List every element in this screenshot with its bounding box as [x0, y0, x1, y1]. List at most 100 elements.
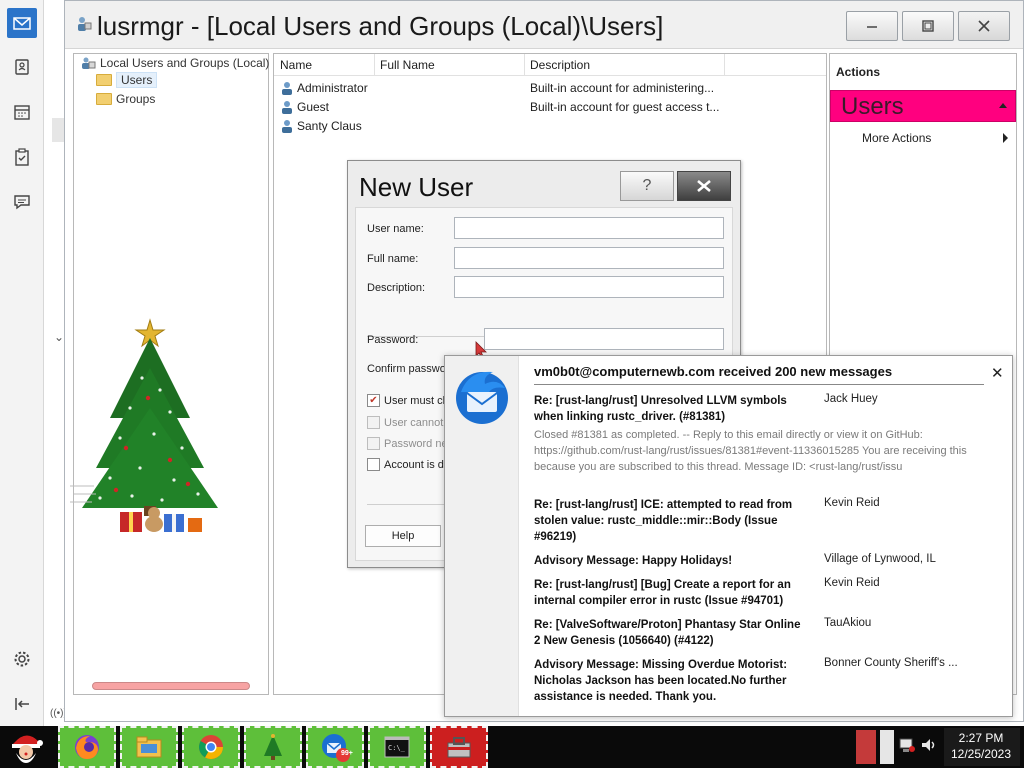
tree-horizontal-scrollbar[interactable]: [92, 682, 250, 690]
speaker-icon[interactable]: [920, 736, 938, 754]
console-tree: Local Users and Groups (Local) Users Gro…: [70, 53, 269, 695]
dialog-close-button[interactable]: [677, 171, 731, 201]
taskbar-chrome[interactable]: [182, 726, 240, 768]
table-row[interactable]: Santy Claus: [280, 117, 820, 136]
full-name-input[interactable]: [454, 247, 724, 269]
row-description: Built-in account for guest access t...: [530, 100, 720, 114]
firefox-icon: [75, 735, 99, 759]
description-input[interactable]: [454, 276, 724, 298]
christmas-tree-decoration: [70, 318, 218, 532]
folder-icon: [136, 736, 162, 758]
close-icon: [697, 180, 711, 192]
address-book-icon[interactable]: [7, 52, 37, 82]
tree-item-groups[interactable]: Groups: [96, 92, 155, 106]
column-separator[interactable]: [724, 54, 725, 76]
list-header: Name Full Name Description: [274, 54, 826, 76]
password-never-expires-checkbox[interactable]: Password ne: [367, 437, 448, 450]
taskbar-toolbox[interactable]: [430, 726, 488, 768]
checkbox-icon: [367, 416, 380, 429]
column-name[interactable]: Name: [280, 58, 312, 72]
clock[interactable]: 2:27 PM 12/25/2023: [946, 730, 1016, 762]
checkbox-icon: [367, 458, 380, 471]
checkbox-label: Account is di: [384, 458, 447, 471]
chrome-icon: [198, 735, 223, 760]
tree-item-users[interactable]: Users: [96, 72, 158, 88]
help-button[interactable]: Help: [365, 525, 441, 547]
column-full-name[interactable]: Full Name: [380, 58, 435, 72]
message-sender: Jack Huey: [824, 393, 878, 405]
minimize-icon: [867, 26, 877, 28]
checkbox-label: Password ne: [384, 437, 448, 450]
taskbar-christmas-tree[interactable]: [244, 726, 302, 768]
taskbar-console[interactable]: C:\_: [368, 726, 426, 768]
tasks-icon[interactable]: [7, 142, 37, 172]
taskbar-thunderbird[interactable]: 99+: [306, 726, 364, 768]
tree-item-label: Groups: [116, 92, 156, 106]
message-subject: Re: [rust-lang/rust] [Bug] Create a repo…: [534, 579, 791, 607]
message-subject: Re: [rust-lang/rust] Unresolved LLVM sym…: [534, 395, 787, 423]
message-sender: Village of Lynwood, IL: [824, 553, 936, 565]
row-name: Santy Claus: [297, 119, 362, 133]
tree-item-label: Users: [116, 72, 158, 88]
start-button[interactable]: [0, 726, 52, 768]
checkbox-label: User cannot: [384, 416, 444, 429]
checkbox-label: User must ch: [384, 394, 449, 407]
toolbox-icon: [447, 737, 471, 758]
terminal-icon: C:\_: [384, 736, 410, 758]
close-button[interactable]: [958, 11, 1010, 41]
thunderbird-icon: [322, 734, 350, 762]
password-label: Password:: [367, 334, 419, 346]
account-disabled-checkbox[interactable]: Account is di: [367, 458, 446, 471]
column-separator[interactable]: [524, 54, 525, 76]
column-separator[interactable]: [374, 54, 375, 76]
network-icon[interactable]: [898, 736, 916, 754]
clock-date: 12/25/2023: [950, 747, 1012, 761]
collapse-rail-icon[interactable]: [7, 689, 37, 719]
password-input[interactable]: [484, 328, 724, 350]
more-actions-link[interactable]: More Actions: [862, 131, 931, 145]
chevron-right-icon[interactable]: [1003, 133, 1008, 143]
message-sender: Kevin Reid: [824, 577, 880, 589]
chevron-down-icon[interactable]: ⌄: [54, 330, 64, 344]
dialog-help-button[interactable]: ?: [620, 171, 674, 201]
settings-icon[interactable]: [7, 644, 37, 674]
actions-title: Actions: [836, 65, 881, 79]
user-name-input[interactable]: [454, 217, 724, 239]
users-groups-icon: [82, 57, 96, 69]
table-row[interactable]: Guest Built-in account for guest access …: [280, 98, 820, 117]
notification-close-icon[interactable]: ✕: [991, 364, 1004, 382]
cannot-change-password-checkbox[interactable]: User cannot: [367, 416, 443, 429]
table-row[interactable]: Administrator Built-in account for admin…: [280, 79, 820, 98]
tree-root-label: Local Users and Groups (Local): [100, 56, 270, 70]
tree-root[interactable]: Local Users and Groups (Local): [80, 56, 269, 70]
unread-badge: 99+: [341, 750, 353, 757]
description-label: Description:: [367, 282, 426, 294]
calendar-icon[interactable]: [7, 97, 37, 127]
message-subject: Advisory Message: Missing Overdue Motori…: [534, 659, 788, 703]
window-titlebar[interactable]: lusrmgr - [Local Users and Groups (Local…: [65, 1, 1023, 49]
maximize-button[interactable]: [902, 11, 954, 41]
mail-icon[interactable]: [7, 8, 37, 38]
confirm-password-label: Confirm passwo: [367, 363, 446, 375]
must-change-password-checkbox[interactable]: ✔ User must ch: [367, 394, 449, 407]
taskbar-explorer[interactable]: [120, 726, 178, 768]
user-name-label: User name:: [367, 223, 424, 235]
actions-section-users[interactable]: Users: [830, 90, 1016, 122]
user-icon: [282, 120, 292, 133]
clock-time: 2:27 PM: [958, 731, 1004, 745]
message-sender: Bonner County Sheriff's ...: [824, 657, 958, 669]
tray-indicator[interactable]: [880, 730, 894, 764]
christmas-tree-icon: [264, 734, 282, 760]
full-name-label: Full name:: [367, 253, 419, 265]
thunderbird-icon: [456, 371, 508, 424]
chat-icon[interactable]: [7, 187, 37, 217]
new-mail-notification[interactable]: vm0b0t@computernewb.com received 200 new…: [444, 355, 1013, 717]
collapse-up-icon[interactable]: [999, 103, 1007, 108]
minimize-button[interactable]: [846, 11, 898, 41]
column-description[interactable]: Description: [530, 58, 590, 72]
window-title: lusrmgr - [Local Users and Groups (Local…: [97, 11, 664, 41]
taskbar: 99+ C:\_ 2:27 PM 12/25/2023: [0, 726, 1024, 768]
taskbar-firefox[interactable]: [58, 726, 116, 768]
user-icon: [282, 101, 292, 114]
tray-indicator[interactable]: [856, 730, 876, 764]
